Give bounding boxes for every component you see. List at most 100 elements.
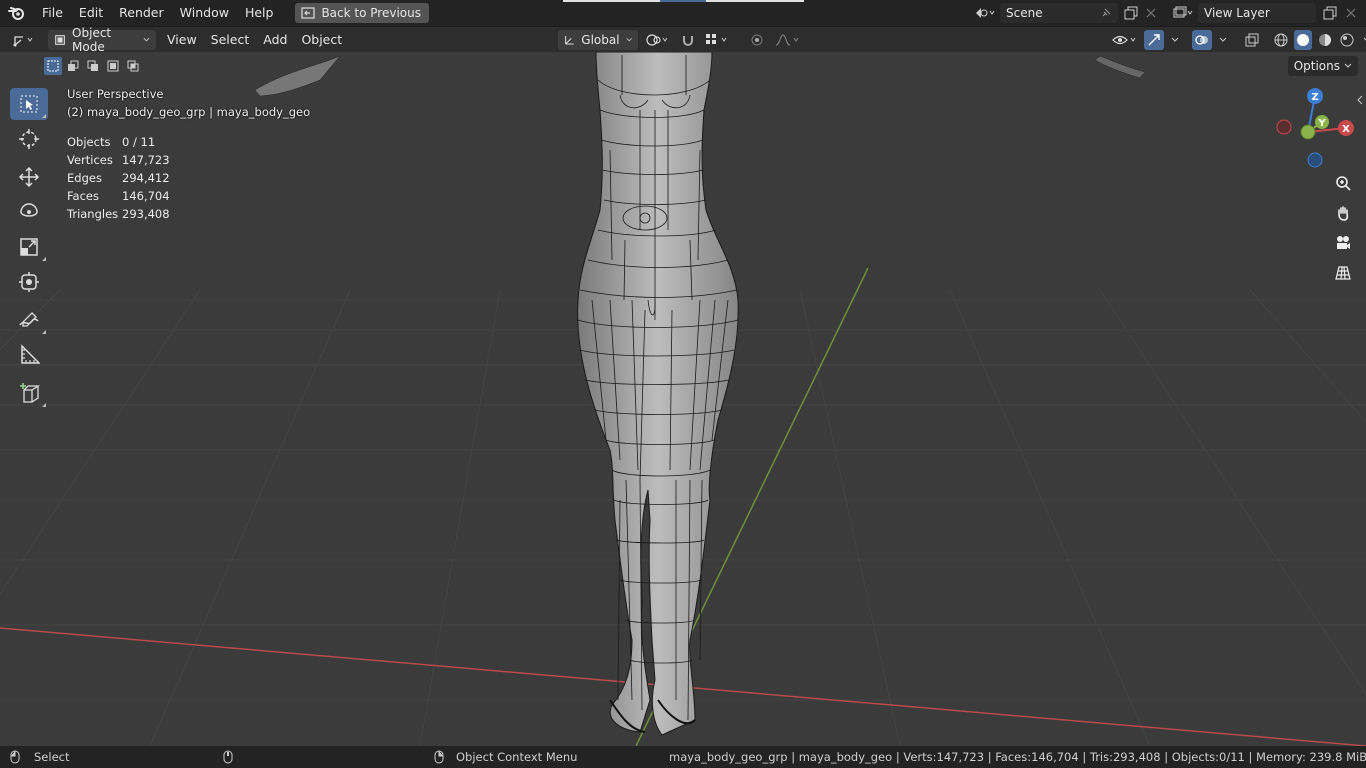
transform-icon (19, 272, 39, 292)
view-name: User Perspective (67, 87, 164, 101)
add-cube-tool[interactable] (10, 377, 48, 409)
select-box-tool[interactable] (10, 88, 48, 120)
gizmo-toggle-icon[interactable] (1144, 30, 1164, 50)
stat-label: Triangles (67, 207, 119, 221)
tool-variants-indicator (42, 403, 46, 407)
material-shading-icon[interactable] (1316, 30, 1334, 50)
status-bar: Select Object Context Menu maya_body_geo… (0, 746, 1366, 768)
select-invert-icon[interactable] (104, 57, 122, 75)
orientation-dropdown[interactable]: Global (558, 30, 638, 50)
rotate-tool[interactable] (10, 196, 48, 228)
viewport-header: Object Mode View Select Add Object Globa… (0, 26, 1366, 54)
select-subtract-icon[interactable] (84, 57, 102, 75)
new-view-layer-icon[interactable] (1318, 3, 1342, 23)
neg-x-axis-handle[interactable] (1276, 119, 1292, 135)
body-mesh (577, 52, 739, 736)
snap-increment-icon[interactable] (704, 30, 734, 50)
menu-edit[interactable]: Edit (71, 0, 111, 26)
select-extend-icon[interactable] (64, 57, 82, 75)
viewport-shading-controls (1110, 30, 1366, 50)
back-to-previous-button[interactable]: Back to Previous (295, 3, 429, 23)
view-layer-field[interactable]: View Layer (1198, 3, 1316, 23)
stat-row: Vertices 147,723 (67, 151, 170, 169)
stat-value: 294,412 (122, 171, 170, 185)
new-scene-icon[interactable] (1120, 3, 1142, 23)
stat-label: Objects (67, 135, 111, 149)
view-layer-icon[interactable] (1168, 3, 1198, 23)
perspective-toggle-icon[interactable] (1330, 260, 1356, 286)
selection-mode-buttons (44, 57, 142, 75)
rendered-shading-icon[interactable] (1338, 30, 1356, 50)
chevron-down-icon (626, 38, 632, 42)
tool-shelf (10, 88, 48, 412)
scene-icon[interactable] (970, 3, 1000, 23)
blender-logo-icon[interactable] (0, 0, 34, 26)
editor-type-selector[interactable] (8, 30, 40, 50)
scale-tool[interactable] (10, 231, 48, 263)
snap-toggle-icon[interactable] (678, 30, 698, 50)
3d-viewport[interactable]: Z X Y Options User Perspective (2) maya_… (0, 52, 1366, 746)
cursor-tool[interactable] (10, 123, 48, 155)
annotate-tool[interactable] (10, 304, 48, 336)
left-mouse-icon (10, 750, 20, 767)
move-tool[interactable] (10, 161, 48, 193)
close-scene-icon[interactable] (1142, 3, 1160, 23)
menu-render[interactable]: Render (111, 0, 172, 26)
menu-object[interactable]: Object (294, 30, 349, 50)
shading-dropdown-icon[interactable] (1360, 30, 1366, 50)
overlays-dropdown-icon[interactable] (1216, 30, 1230, 50)
measure-ruler-icon (21, 344, 40, 364)
status-select-label: Select (34, 750, 70, 764)
editor-type-button[interactable] (8, 30, 40, 50)
measure-tool[interactable] (10, 339, 48, 371)
move-arrows-icon (18, 166, 40, 188)
header-menus: View Select Add Object (160, 30, 349, 50)
camera-view-icon[interactable] (1330, 230, 1356, 256)
viewport-scene: Z X Y (0, 52, 1366, 746)
menu-add[interactable]: Add (256, 30, 294, 50)
options-dropdown[interactable]: Options (1287, 56, 1358, 76)
mode-selector[interactable]: Object Mode (48, 26, 156, 54)
gizmo-z-label: Z (1311, 92, 1318, 103)
neg-z-axis-handle[interactable] (1307, 152, 1323, 168)
menu-select[interactable]: Select (204, 30, 257, 50)
zoom-icon[interactable] (1330, 170, 1356, 196)
overlays-toggle-icon[interactable] (1192, 30, 1212, 50)
left-hand (254, 55, 341, 97)
transform-tool[interactable] (10, 266, 48, 298)
menu-help[interactable]: Help (237, 0, 282, 26)
pan-hand-icon[interactable] (1330, 200, 1356, 226)
solid-shading-icon[interactable] (1294, 30, 1312, 50)
right-mouse-icon (434, 750, 444, 767)
back-icon (301, 7, 316, 19)
scale-icon (20, 238, 38, 256)
menu-view[interactable]: View (160, 30, 204, 50)
select-intersect-icon[interactable] (124, 57, 142, 75)
gizmo-dropdown-icon[interactable] (1168, 30, 1182, 50)
transform-orientation[interactable]: Global (558, 30, 638, 50)
scene-name-field[interactable]: Scene (1000, 3, 1118, 23)
falloff-curve-icon[interactable] (774, 30, 804, 50)
options-label: Options (1293, 59, 1340, 73)
sidebar-toggle-icon[interactable] (1356, 94, 1364, 108)
pivot-point-icon[interactable] (644, 30, 672, 50)
pin-icon[interactable] (1100, 7, 1112, 19)
proportional-edit-icon[interactable] (746, 30, 768, 50)
menu-file[interactable]: File (34, 0, 71, 26)
status-scene-info: maya_body_geo_grp | maya_body_geo | Vert… (669, 750, 1366, 764)
menu-window[interactable]: Window (172, 0, 237, 26)
close-view-layer-icon[interactable] (1342, 3, 1360, 23)
mode-dropdown[interactable]: Object Mode (48, 26, 156, 54)
neg-y-axis-handle[interactable] (1300, 124, 1316, 140)
stat-row: Triangles 293,408 (67, 205, 170, 223)
tool-variants-indicator (42, 114, 46, 118)
visibility-eye-icon[interactable] (1110, 30, 1140, 50)
view-layer-selector: View Layer (1168, 3, 1360, 23)
xray-toggle-icon[interactable] (1242, 30, 1262, 50)
wireframe-shading-icon[interactable] (1272, 30, 1290, 50)
select-new-icon[interactable] (44, 57, 62, 75)
active-object-path: (2) maya_body_geo_grp | maya_body_geo (67, 105, 311, 119)
middle-mouse-icon (223, 750, 233, 767)
navigation-gizmo[interactable]: Z X Y (1276, 88, 1354, 168)
stat-label: Vertices (67, 153, 113, 167)
